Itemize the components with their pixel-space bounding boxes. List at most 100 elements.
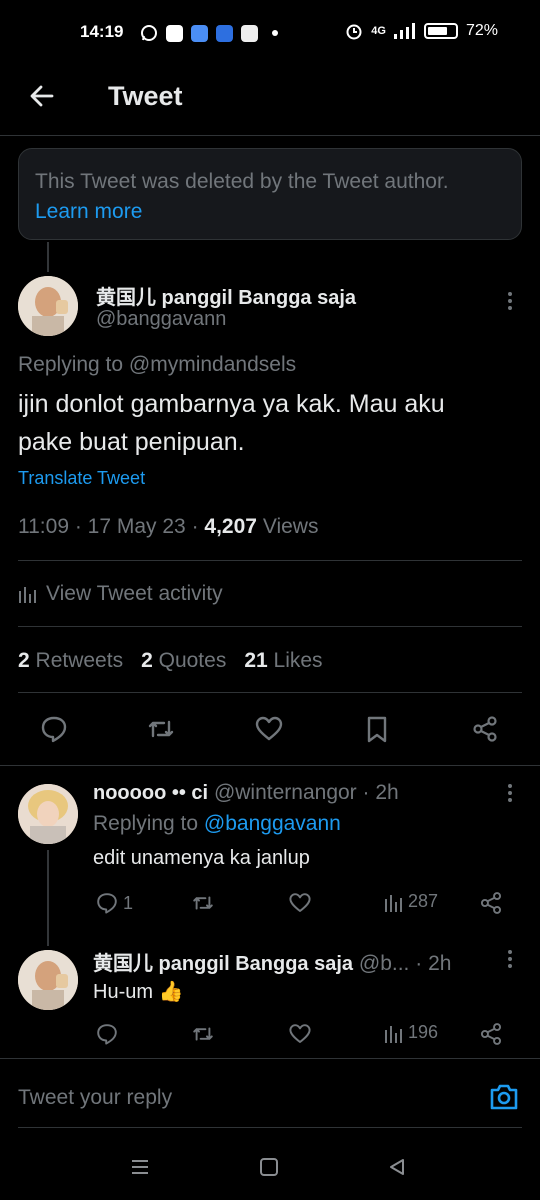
tweet-time: 11:09 <box>18 515 69 538</box>
alarm-icon <box>346 24 362 40</box>
views-button[interactable]: 196 <box>384 1022 438 1043</box>
like-icon[interactable] <box>254 714 284 744</box>
more-notifications-dot <box>272 30 278 36</box>
reply-author-name[interactable]: nooooo •• ci <box>93 782 208 804</box>
divider <box>18 626 522 627</box>
reply-author-handle[interactable]: @winternangor <box>214 781 357 804</box>
view-activity-row[interactable]: View Tweet activity <box>18 582 223 606</box>
like-icon[interactable] <box>287 891 313 915</box>
author-avatar[interactable] <box>18 276 78 336</box>
retweets-stat[interactable]: 2 Retweets <box>18 649 123 673</box>
tweet-text: ijin donlot gambarnya ya kak. Mau aku pa… <box>18 385 445 461</box>
reply-text: Hu-um 👍 <box>93 981 184 1003</box>
views-count: 4,207 <box>204 515 257 538</box>
reply-author-handle[interactable]: @b... <box>359 952 410 975</box>
back-arrow-icon[interactable] <box>28 82 56 110</box>
translate-tweet-link[interactable]: Translate Tweet <box>18 468 145 489</box>
recent-apps-icon[interactable] <box>130 1157 150 1177</box>
reply-count: 1 <box>123 892 134 913</box>
notification-icons <box>140 24 278 42</box>
likes-stat[interactable]: 21 Likes <box>244 649 322 673</box>
like-icon[interactable] <box>287 1022 313 1046</box>
quotes-label: Quotes <box>158 649 227 672</box>
whatsapp-icon <box>141 25 157 41</box>
divider <box>18 692 522 693</box>
reply-icon <box>97 893 117 914</box>
replying-to-handle[interactable]: @banggavann <box>204 812 341 835</box>
divider <box>0 765 540 766</box>
likes-count: 21 <box>244 649 268 672</box>
battery-icon <box>423 23 458 39</box>
signal-icon <box>393 23 415 39</box>
engagement-stats: 2 Retweets 2 Quotes 21 Likes <box>18 649 323 673</box>
replying-prefix: Replying to <box>93 812 199 835</box>
bookmark-icon[interactable] <box>362 714 392 744</box>
replying-to-handle[interactable]: @mymindandsels <box>129 353 296 376</box>
tweet-meta: 11:09 · 17 May 23 · 4,207 Views <box>18 515 318 539</box>
analytics-icon <box>19 587 36 603</box>
retweet-icon[interactable] <box>190 1022 216 1046</box>
author-handle[interactable]: @banggavann <box>96 308 226 331</box>
thread-line <box>47 850 49 946</box>
more-options-icon[interactable] <box>507 950 513 971</box>
retweet-icon[interactable] <box>146 714 176 744</box>
reply-age: · 2h <box>362 781 399 804</box>
meta-separator: · <box>191 515 205 538</box>
views-count: 287 <box>408 891 439 911</box>
reply-avatar[interactable] <box>18 784 78 844</box>
views-count: 196 <box>408 1022 439 1042</box>
shop-icon <box>166 24 183 42</box>
back-nav-icon[interactable] <box>387 1157 407 1177</box>
replying-prefix: Replying to <box>18 353 124 376</box>
divider <box>0 1058 540 1059</box>
reply-author-name[interactable]: 黄国儿 panggil Bangga saja <box>93 953 353 975</box>
reply-replying-to: Replying to @banggavann <box>93 812 341 836</box>
status-time: 14:19 <box>80 22 124 41</box>
meta-separator: · <box>74 515 88 538</box>
learn-more-link[interactable]: Learn more <box>35 197 505 227</box>
tweet-date: 17 May 23 <box>87 515 186 538</box>
battery-level: 72% <box>465 22 498 39</box>
retweets-label: Retweets <box>35 649 124 672</box>
more-options-icon[interactable] <box>507 292 513 313</box>
deleted-tweet-notice: This Tweet was deleted by the Tweet auth… <box>18 148 522 240</box>
retweet-icon[interactable] <box>190 891 216 915</box>
status-bar: 14:19 4G 72% <box>0 0 540 68</box>
more-options-icon[interactable] <box>507 784 513 805</box>
views-label: Views <box>262 515 319 538</box>
reply-header: 黄国儿 panggil Bangga saja @b... · 2h <box>93 947 451 976</box>
network-type: 4G <box>371 25 386 37</box>
top-header: Tweet <box>0 68 540 136</box>
share-icon[interactable] <box>470 714 500 744</box>
author-name[interactable]: 黄国儿 panggil Bangga saja <box>96 281 356 310</box>
reply-button[interactable]: 1 <box>95 891 133 915</box>
reply-composer-input[interactable]: Tweet your reply <box>18 1086 172 1110</box>
likes-label: Likes <box>273 649 323 672</box>
system-nav-bar <box>0 1140 540 1200</box>
analytics-icon <box>385 894 402 912</box>
reply-icon[interactable] <box>39 714 69 744</box>
deleted-notice-text: This Tweet was deleted by the Tweet auth… <box>35 170 449 193</box>
quotes-stat[interactable]: 2 Quotes <box>141 649 226 673</box>
views-button[interactable]: 287 <box>384 891 438 912</box>
bag-icon <box>241 24 258 42</box>
share-icon[interactable] <box>478 890 504 916</box>
retweets-count: 2 <box>18 649 30 672</box>
reply-header: nooooo •• ci @winternangor · 2h <box>93 781 399 805</box>
share-icon[interactable] <box>478 1021 504 1047</box>
tweet-text-line-1: ijin donlot gambarnya ya kak. Mau aku <box>18 390 445 418</box>
home-icon[interactable] <box>259 1157 279 1177</box>
reply-text: edit unamenya ka janlup <box>93 847 310 869</box>
reply-avatar[interactable] <box>18 950 78 1010</box>
thread-line <box>47 242 49 272</box>
analytics-icon <box>385 1025 402 1043</box>
camera-icon[interactable] <box>488 1082 520 1112</box>
tweet-text-line-2: pake buat penipuan. <box>18 428 245 456</box>
reply-age: · 2h <box>415 952 452 975</box>
reply-icon[interactable] <box>95 1022 119 1046</box>
view-activity-label: View Tweet activity <box>46 582 223 605</box>
status-right: 4G 72% <box>345 22 498 40</box>
replying-to: Replying to @mymindandsels <box>18 353 296 377</box>
quotes-count: 2 <box>141 649 153 672</box>
app-icon <box>191 24 208 42</box>
